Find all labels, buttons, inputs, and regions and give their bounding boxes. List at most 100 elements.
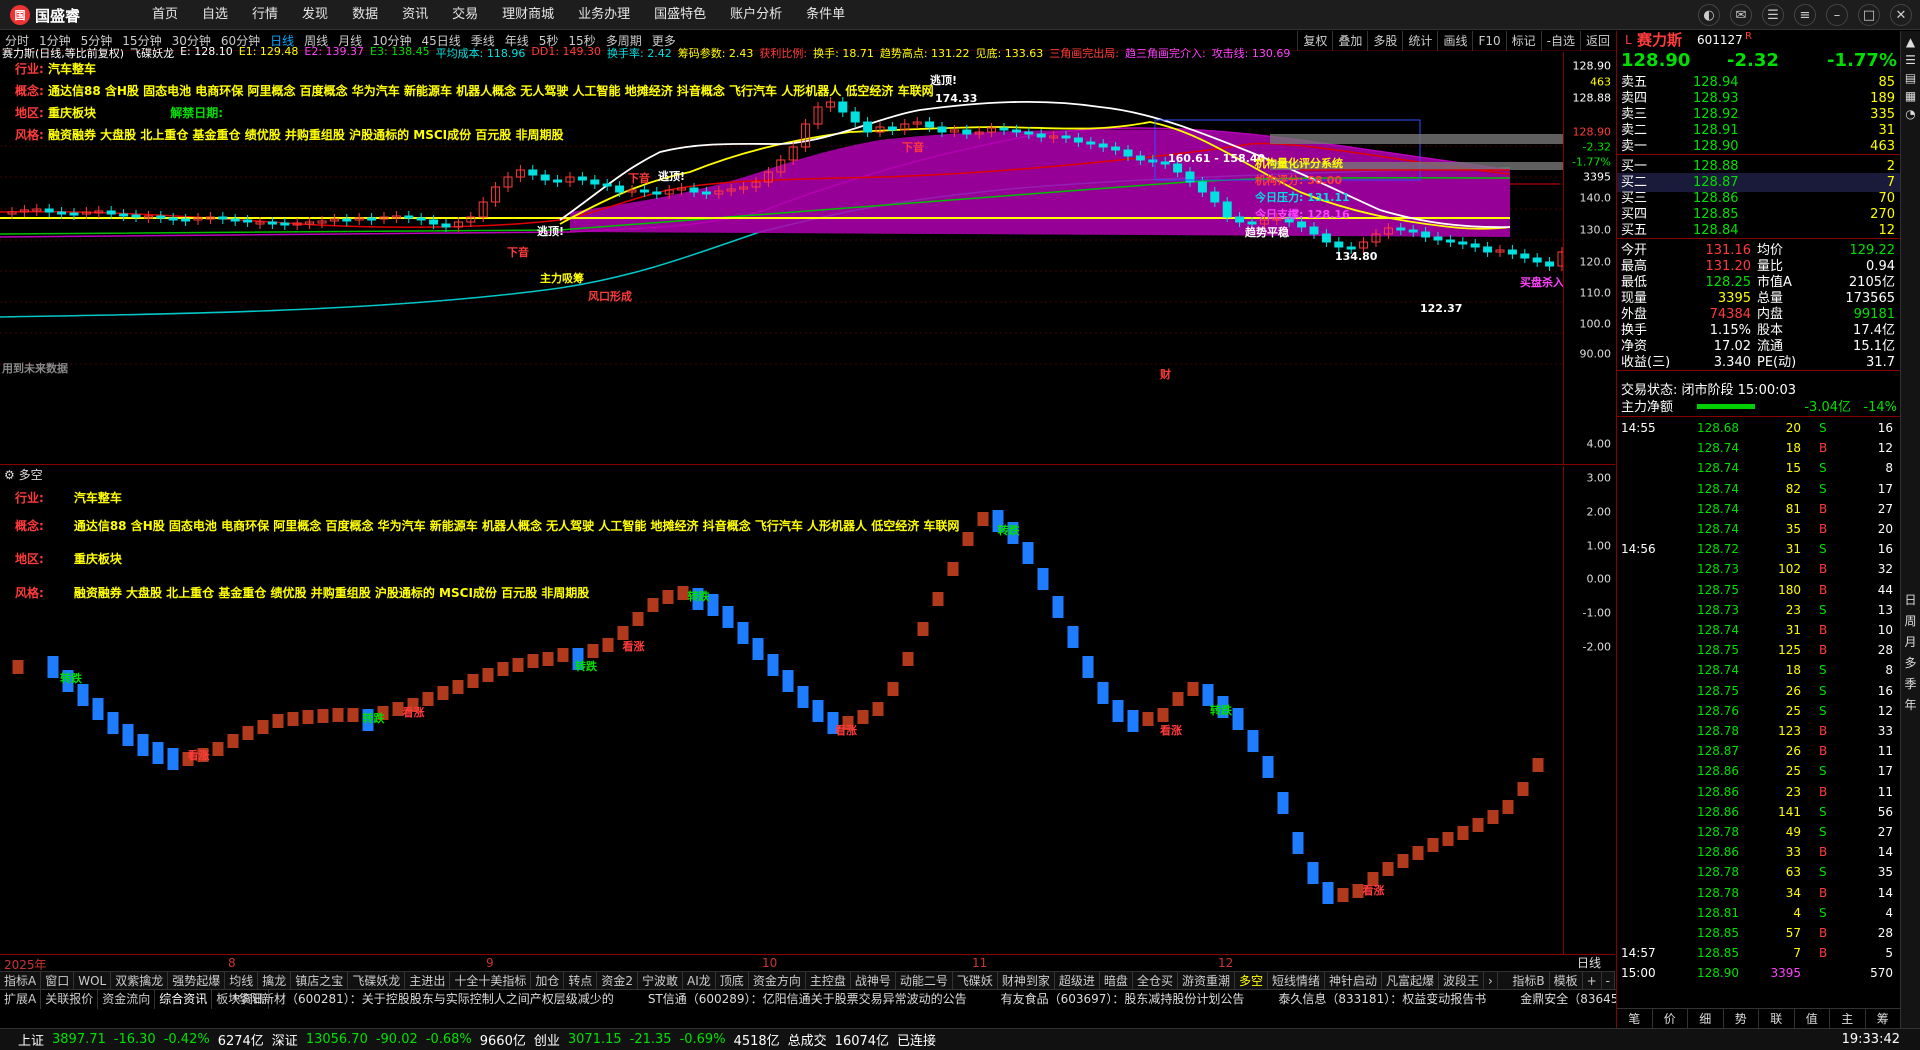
indicator-tab-20[interactable]: 动能二号 bbox=[896, 972, 953, 989]
indicator-tab-17[interactable]: 资金方向 bbox=[749, 972, 806, 989]
indicator-tab-29[interactable]: 神针启动 bbox=[1325, 972, 1383, 989]
kline-mode-label[interactable]: 日线 bbox=[1563, 954, 1615, 970]
indicator-tab-26[interactable]: 游资重潮 bbox=[1178, 972, 1235, 989]
menu-item-10[interactable]: 账户分析 bbox=[718, 0, 794, 30]
tool-5[interactable]: F10 bbox=[1472, 31, 1505, 51]
indicator-tab-0[interactable]: 指标A bbox=[0, 972, 42, 989]
indicator-tab-15[interactable]: AI龙 bbox=[683, 972, 716, 989]
tool-2[interactable]: 多股 bbox=[1367, 31, 1402, 51]
minimize-icon[interactable]: – bbox=[1826, 4, 1848, 26]
tool-8[interactable]: 返回 bbox=[1579, 31, 1615, 51]
menu-item-3[interactable]: 发现 bbox=[290, 0, 340, 30]
indicator-chart[interactable]: ⚙ 多空 行业: 汽车整车 概念: 通达信88 含H股 固态电池 电商环保 阿里概念… bbox=[0, 438, 1615, 954]
sidebar-bell-icon[interactable]: ◔ bbox=[1901, 107, 1920, 121]
sidebar-period-0[interactable]: 日 bbox=[1901, 591, 1920, 608]
sub-tab-3[interactable]: 综合资讯 bbox=[155, 990, 213, 1009]
sidebar-period-5[interactable]: 年 bbox=[1901, 696, 1920, 713]
menu-item-4[interactable]: 数据 bbox=[340, 0, 390, 30]
tabs-right-3[interactable]: - bbox=[1602, 972, 1615, 989]
sub-tab-2[interactable]: 资金流向 bbox=[98, 990, 156, 1009]
sub-tab-1[interactable]: 关联报价 bbox=[41, 990, 99, 1009]
sidebar-period-3[interactable]: 多 bbox=[1901, 654, 1920, 671]
indicator-tab-25[interactable]: 全仓买 bbox=[1133, 972, 1178, 989]
indicator-tab-30[interactable]: 凡富起爆 bbox=[1382, 972, 1440, 989]
indicator-tab-18[interactable]: 主控盘 bbox=[806, 972, 851, 989]
menu-item-7[interactable]: 理财商城 bbox=[490, 0, 566, 30]
quote-tab-3[interactable]: 势 bbox=[1724, 1009, 1759, 1028]
quote-tab-6[interactable]: 主 bbox=[1830, 1009, 1866, 1028]
menu-item-9[interactable]: 国盛特色 bbox=[642, 0, 718, 30]
connection-status[interactable]: 已连接 bbox=[897, 1030, 936, 1049]
sidebar-period-1[interactable]: 周 bbox=[1901, 612, 1920, 629]
quote-tab-0[interactable]: 笔 bbox=[1617, 1009, 1653, 1028]
maximize-icon[interactable]: □ bbox=[1858, 4, 1880, 26]
sidebar-grid-icon[interactable]: ▦ bbox=[1901, 89, 1920, 103]
app-logo[interactable]: 国国盛睿 bbox=[10, 4, 80, 26]
sub-tab-0[interactable]: 扩展A bbox=[0, 990, 42, 1009]
mail-icon[interactable]: ✉ bbox=[1730, 4, 1752, 26]
indicator-tab-12[interactable]: 转点 bbox=[564, 972, 598, 989]
menu-item-8[interactable]: 业务办理 bbox=[566, 0, 642, 30]
quote-tab-1[interactable]: 价 bbox=[1653, 1009, 1688, 1028]
indicator-tab-16[interactable]: 顶底 bbox=[716, 972, 749, 989]
news-item[interactable]: *华阳新材（600281）：关于控股股东与实际控制人之间产权层级减少的 bbox=[232, 990, 614, 1009]
news-item[interactable]: ST信通（600289）：亿阳信通关于股票交易异常波动的公告 bbox=[648, 990, 967, 1009]
indicator-tab-1[interactable]: 窗口 bbox=[41, 972, 75, 989]
menu-item-0[interactable]: 首页 bbox=[140, 0, 190, 30]
tool-3[interactable]: 统计 bbox=[1402, 31, 1437, 51]
quote-tab-2[interactable]: 细 bbox=[1688, 1009, 1724, 1028]
sidebar-period-4[interactable]: 季 bbox=[1901, 675, 1920, 692]
cy-label[interactable]: 创业 bbox=[534, 1030, 560, 1049]
indicator-tab-24[interactable]: 暗盘 bbox=[1100, 972, 1133, 989]
menu-item-1[interactable]: 自选 bbox=[190, 0, 240, 30]
indicator-tab-8[interactable]: 飞碟妖龙 bbox=[348, 972, 406, 989]
tabs-right-0[interactable]: 指标B bbox=[1508, 972, 1550, 989]
tabs-right-2[interactable]: + bbox=[1583, 972, 1602, 989]
menu-item-6[interactable]: 交易 bbox=[440, 0, 490, 30]
notify-icon[interactable]: ☰ bbox=[1762, 4, 1784, 26]
indicator-tab-6[interactable]: 擒龙 bbox=[258, 972, 292, 989]
quote-tab-4[interactable]: 联 bbox=[1759, 1009, 1795, 1028]
sidebar-up-icon[interactable]: ▲ bbox=[1901, 35, 1920, 49]
indicator-tab-14[interactable]: 宁波敢 bbox=[638, 972, 684, 989]
tool-0[interactable]: 复权 bbox=[1297, 31, 1332, 51]
sz-label[interactable]: 深证 bbox=[272, 1030, 298, 1049]
tool-4[interactable]: 画线 bbox=[1437, 31, 1472, 51]
menu-icon[interactable]: ≡ bbox=[1794, 4, 1816, 26]
kline-chart[interactable]: 赛力斯(日线,等比前复权) 飞碟妖龙 E: 128.10 E1: 129.48 … bbox=[0, 45, 1615, 465]
indicator-tab-5[interactable]: 均线 bbox=[225, 972, 259, 989]
indicator-tab-19[interactable]: 战神号 bbox=[851, 972, 896, 989]
sh-label[interactable]: 上证 bbox=[18, 1030, 44, 1049]
sidebar-list-icon[interactable]: ☰ bbox=[1901, 53, 1920, 67]
tool-6[interactable]: 标记 bbox=[1505, 31, 1541, 51]
menu-item-5[interactable]: 资讯 bbox=[390, 0, 440, 30]
indicator-tab-7[interactable]: 镇店之宝 bbox=[291, 972, 349, 989]
indicator-tab-11[interactable]: 加仓 bbox=[531, 972, 565, 989]
indicator-tab-31[interactable]: 波段王 bbox=[1439, 972, 1485, 989]
indicator-tab-27[interactable]: 多空 bbox=[1235, 972, 1268, 989]
sidebar-period-2[interactable]: 月 bbox=[1901, 633, 1920, 650]
indicator-tab-3[interactable]: 双紫擒龙 bbox=[111, 972, 169, 989]
tool-1[interactable]: 叠加 bbox=[1332, 31, 1367, 51]
tool-7[interactable]: -自选 bbox=[1540, 31, 1580, 51]
tabs-right-1[interactable]: 模板 bbox=[1550, 972, 1583, 989]
indicator-tab-23[interactable]: 超级进 bbox=[1055, 972, 1100, 989]
tabs-more-icon[interactable]: › bbox=[1484, 972, 1498, 989]
menu-item-11[interactable]: 条件单 bbox=[794, 0, 857, 30]
indicator-tab-2[interactable]: WOL bbox=[74, 972, 112, 989]
sidebar-chart-icon[interactable]: ▤ bbox=[1901, 71, 1920, 85]
quote-tab-5[interactable]: 值 bbox=[1795, 1009, 1830, 1028]
chat-icon[interactable]: ◐ bbox=[1698, 4, 1720, 26]
news-item[interactable]: 泰久信息（833181）：权益变动报告书 bbox=[1278, 990, 1486, 1009]
indicator-tab-13[interactable]: 资金2 bbox=[597, 972, 639, 989]
indicator-tab-28[interactable]: 短线情绪 bbox=[1268, 972, 1325, 989]
news-item[interactable]: 有友食品（603697）：股东减持股份计划公告 bbox=[1001, 990, 1245, 1009]
indicator-tab-22[interactable]: 财神到家 bbox=[998, 972, 1055, 989]
indicator-tab-10[interactable]: 十全十美指标 bbox=[450, 972, 532, 989]
indicator-tab-9[interactable]: 主进出 bbox=[405, 972, 451, 989]
menu-item-2[interactable]: 行情 bbox=[240, 0, 290, 30]
indicator-tab-21[interactable]: 飞碟妖 bbox=[953, 972, 998, 989]
quote-tab-7[interactable]: 筹 bbox=[1866, 1009, 1901, 1028]
indicator-tab-4[interactable]: 强势起爆 bbox=[168, 972, 226, 989]
close-icon[interactable]: ✕ bbox=[1890, 4, 1912, 26]
